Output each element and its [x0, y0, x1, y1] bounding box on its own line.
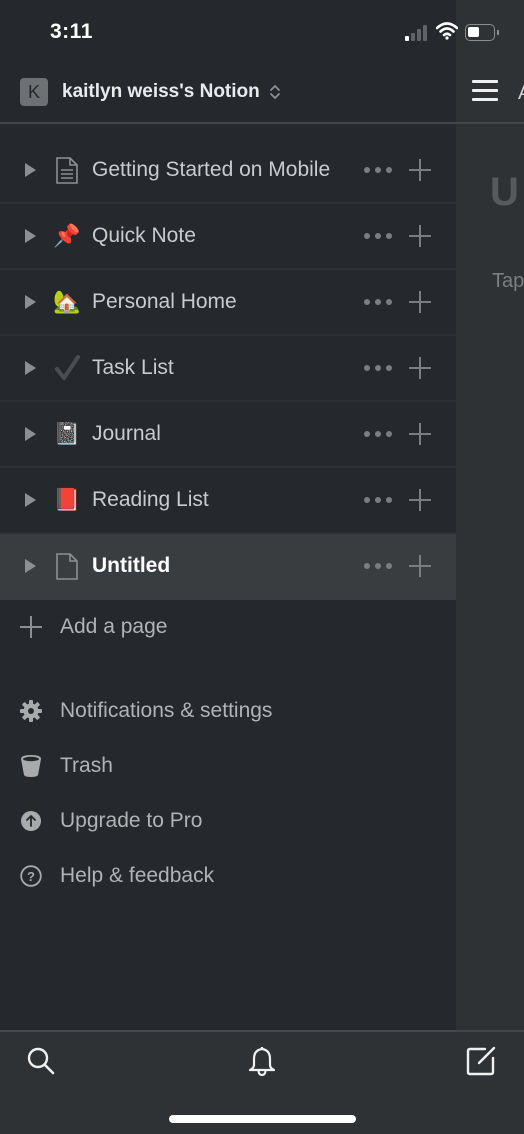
menu-item-label: Upgrade to Pro: [60, 808, 203, 832]
page-row-personal-home[interactable]: 🏡 Personal Home: [0, 270, 456, 336]
help-icon: ?: [19, 864, 43, 888]
closed-book-icon: 📕: [53, 487, 81, 512]
new-page-icon[interactable]: [464, 1044, 498, 1078]
cellular-signal-icon: [405, 25, 429, 41]
menu-item-settings[interactable]: Notifications & settings: [0, 683, 456, 738]
page-title: Quick Note: [92, 224, 196, 247]
expand-toggle-icon[interactable]: [25, 493, 36, 507]
menu-icon[interactable]: [472, 80, 498, 104]
house-with-garden-icon: 🏡: [53, 289, 81, 314]
blank-page-icon: [54, 552, 80, 580]
page-row-getting-started[interactable]: Getting Started on Mobile: [0, 138, 456, 204]
page-title: Personal Home: [92, 290, 237, 313]
workspace-switcher[interactable]: K kaitlyn weiss's Notion: [0, 62, 456, 122]
page-title: Reading List: [92, 488, 209, 511]
search-icon[interactable]: [24, 1044, 58, 1078]
page-row-task-list[interactable]: Task List: [0, 336, 456, 402]
more-options-icon[interactable]: [364, 298, 392, 306]
main-page-hint: Tap: [492, 270, 524, 292]
sidebar-menu: Notifications & settings Trash Upgrade t…: [0, 683, 456, 903]
more-options-icon[interactable]: [364, 496, 392, 504]
main-content-panel[interactable]: [456, 0, 524, 1030]
page-row-quick-note[interactable]: 📌 Quick Note: [0, 204, 456, 270]
more-options-icon[interactable]: [364, 166, 392, 174]
check-mark-icon: [54, 354, 80, 382]
bell-icon[interactable]: [245, 1044, 279, 1078]
page-list: Getting Started on Mobile 📌 Quick Note 🏡…: [0, 138, 456, 600]
page-row-journal[interactable]: 📓 Journal: [0, 402, 456, 468]
expand-toggle-icon[interactable]: [25, 163, 36, 177]
battery-icon: [465, 24, 499, 41]
menu-item-label: Notifications & settings: [60, 698, 273, 722]
document-icon: [54, 156, 80, 184]
more-options-icon[interactable]: [364, 430, 392, 438]
more-options-icon[interactable]: [364, 562, 392, 570]
expand-toggle-icon[interactable]: [25, 427, 36, 441]
more-options-icon[interactable]: [364, 232, 392, 240]
status-time: 3:11: [50, 20, 93, 43]
page-title: Task List: [92, 356, 174, 379]
more-options-icon[interactable]: [364, 364, 392, 372]
plus-icon: [20, 616, 42, 638]
upgrade-arrow-icon: [19, 809, 43, 833]
page-title: Getting Started on Mobile: [92, 158, 331, 181]
sidebar: K kaitlyn weiss's Notion Getting Started…: [0, 0, 456, 1030]
home-indicator[interactable]: [169, 1115, 356, 1123]
add-page-label: Add a page: [60, 615, 168, 638]
wifi-icon: [436, 22, 458, 40]
add-subpage-icon[interactable]: [408, 488, 432, 512]
expand-toggle-icon[interactable]: [25, 295, 36, 309]
page-title: Journal: [92, 422, 161, 445]
gear-icon: [19, 699, 43, 723]
add-subpage-icon[interactable]: [408, 290, 432, 314]
expand-toggle-icon[interactable]: [25, 361, 36, 375]
add-subpage-icon[interactable]: [408, 422, 432, 446]
page-row-untitled[interactable]: Untitled: [0, 534, 456, 600]
expand-toggle-icon[interactable]: [25, 229, 36, 243]
expand-toggle-icon[interactable]: [25, 559, 36, 573]
pushpin-icon: 📌: [53, 223, 81, 248]
menu-item-upgrade[interactable]: Upgrade to Pro: [0, 793, 456, 848]
main-page-title[interactable]: U: [490, 170, 519, 215]
notebook-icon: 📓: [53, 421, 81, 446]
add-page-button[interactable]: Add a page: [0, 604, 456, 650]
workspace-name: kaitlyn weiss's Notion: [62, 81, 260, 102]
add-subpage-icon[interactable]: [408, 158, 432, 182]
status-bar: 3:11: [0, 0, 524, 64]
main-breadcrumb[interactable]: A: [518, 82, 524, 105]
menu-item-label: Trash: [60, 753, 113, 777]
workspace-avatar: K: [20, 78, 48, 106]
menu-item-help[interactable]: ? Help & feedback: [0, 848, 456, 903]
trash-icon: [19, 754, 43, 778]
main-header-divider: [456, 122, 524, 124]
chevron-up-down-icon: [269, 85, 280, 99]
menu-item-label: Help & feedback: [60, 863, 215, 887]
page-row-reading-list[interactable]: 📕 Reading List: [0, 468, 456, 534]
header-divider: [0, 122, 456, 124]
page-title: Untitled: [92, 554, 171, 577]
menu-item-trash[interactable]: Trash: [0, 738, 456, 793]
add-subpage-icon[interactable]: [408, 554, 432, 578]
add-subpage-icon[interactable]: [408, 224, 432, 248]
svg-text:?: ?: [27, 869, 35, 884]
add-subpage-icon[interactable]: [408, 356, 432, 380]
